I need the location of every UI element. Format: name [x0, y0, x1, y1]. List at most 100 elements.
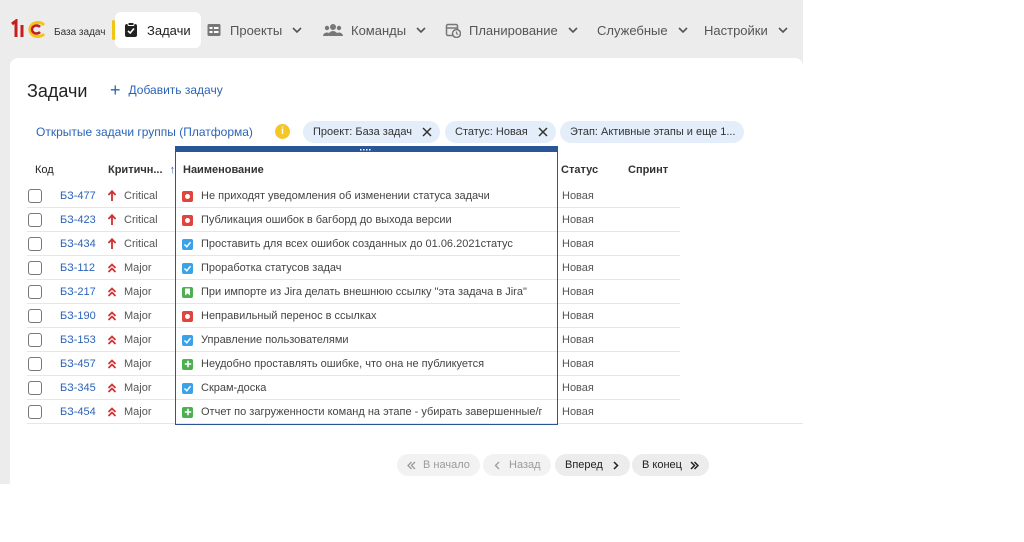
- table-row[interactable]: БЗ-190 Major Неправильный перенос в ссылка…: [27, 304, 680, 328]
- prev-page-button[interactable]: Назад: [483, 454, 551, 476]
- row-checkbox[interactable]: [28, 213, 42, 227]
- criticality-label: Major: [124, 406, 152, 418]
- nav-tasks-label: Задачи: [147, 22, 191, 38]
- row-checkbox[interactable]: [28, 357, 42, 371]
- group-filter-link[interactable]: Открытые задачи группы (Платформа): [36, 125, 253, 139]
- double-chevron-up-icon: [107, 286, 117, 298]
- task-code-link[interactable]: БЗ-345: [60, 376, 96, 400]
- task-code-link[interactable]: БЗ-423: [60, 208, 96, 232]
- row-checkbox[interactable]: [28, 333, 42, 347]
- task-name-label: Неудобно проставлять ошибке, что она не …: [201, 358, 485, 370]
- top-navigation-bar: База задач Задачи Проекты Команды Планир…: [0, 0, 803, 58]
- close-icon[interactable]: [422, 127, 432, 137]
- arrow-up-icon: [107, 238, 117, 250]
- table-row[interactable]: БЗ-345 Major Скрам-доска Новая: [27, 376, 680, 400]
- nav-service-label: Служебные: [597, 22, 668, 38]
- task-name-cell[interactable]: Управление пользователями: [182, 328, 542, 352]
- criticality-label: Major: [124, 286, 152, 298]
- nav-planning-label: Планирование: [469, 22, 558, 38]
- criticality-cell: Major: [107, 328, 152, 352]
- column-header-status[interactable]: Статус: [561, 164, 598, 176]
- nav-tasks[interactable]: Задачи: [112, 12, 201, 48]
- task-name-label: Не приходят уведомления об изменении ста…: [201, 190, 490, 202]
- bug-type-icon: [182, 310, 193, 322]
- task-code-link[interactable]: БЗ-217: [60, 280, 96, 304]
- column-header-sprint[interactable]: Спринт: [628, 164, 668, 176]
- task-name-label: Скрам-доска: [201, 382, 267, 394]
- chevron-down-icon: [778, 25, 788, 35]
- row-checkbox[interactable]: [28, 405, 42, 419]
- criticality-label: Major: [124, 334, 152, 346]
- row-checkbox[interactable]: [28, 189, 42, 203]
- add-task-button[interactable]: + Добавить задачу: [110, 80, 223, 100]
- task-code-link[interactable]: БЗ-457: [60, 352, 96, 376]
- table-row[interactable]: БЗ-423 Critical Публикация ошибок в багбор…: [27, 208, 680, 232]
- next-page-button[interactable]: Вперед: [555, 454, 630, 476]
- nav-service[interactable]: Служебные: [597, 12, 688, 48]
- task-code-link[interactable]: БЗ-477: [60, 184, 96, 208]
- nav-planning[interactable]: Планирование: [445, 12, 578, 48]
- status-cell: Новая: [562, 238, 594, 250]
- base-name: База задач: [54, 27, 106, 38]
- column-header-code[interactable]: Код: [35, 164, 54, 176]
- table-row[interactable]: БЗ-217 Major При импорте из Jira делать вн…: [27, 280, 680, 304]
- task-code-link[interactable]: БЗ-454: [60, 400, 96, 424]
- criticality-cell: Major: [107, 376, 152, 400]
- column-header-criticality-label: Критичн...: [108, 164, 163, 176]
- table-row[interactable]: БЗ-153 Major Управление пользователями Нова…: [27, 328, 680, 352]
- criticality-cell: Critical: [107, 232, 158, 256]
- column-header-name[interactable]: Наименование: [183, 164, 264, 176]
- status-cell: Новая: [562, 286, 594, 298]
- filter-chip-label: Этап: Активные этапы и еще 1...: [570, 126, 736, 138]
- column-header-criticality[interactable]: Критичн... ↑: [108, 164, 175, 176]
- row-checkbox[interactable]: [28, 285, 42, 299]
- task-name-cell[interactable]: Проработка статусов задач: [182, 256, 542, 280]
- task-name-cell[interactable]: Проставить для всех ошибок созданных до …: [182, 232, 542, 256]
- filter-chip-stage[interactable]: Этап: Активные этапы и еще 1...: [560, 121, 744, 143]
- double-chevron-up-icon: [107, 358, 117, 370]
- task-name-cell[interactable]: При импорте из Jira делать внешнюю ссылк…: [182, 280, 542, 304]
- double-chevron-up-icon: [107, 262, 117, 274]
- table-row[interactable]: БЗ-454 Major Отчет по загруженности команд…: [27, 400, 803, 424]
- double-chevron-up-icon: [107, 334, 117, 346]
- row-checkbox[interactable]: [28, 261, 42, 275]
- close-icon[interactable]: [538, 127, 548, 137]
- task-code-link[interactable]: БЗ-434: [60, 232, 96, 256]
- row-checkbox[interactable]: [28, 381, 42, 395]
- task-name-cell[interactable]: Скрам-доска: [182, 376, 542, 400]
- row-checkbox[interactable]: [28, 237, 42, 251]
- filter-chip-status: Статус: Новая: [445, 121, 556, 143]
- first-page-button[interactable]: В начало: [397, 454, 480, 476]
- double-chevron-up-icon: [107, 382, 117, 394]
- criticality-label: Major: [124, 382, 152, 394]
- table-row[interactable]: БЗ-112 Major Проработка статусов задач Нова…: [27, 256, 680, 280]
- nav-settings[interactable]: Настройки: [704, 12, 788, 48]
- task-name-cell[interactable]: Не приходят уведомления об изменении ста…: [182, 184, 542, 208]
- drag-handle-icon[interactable]: [360, 149, 372, 152]
- task-code-link[interactable]: БЗ-153: [60, 328, 96, 352]
- task-code-link[interactable]: БЗ-112: [60, 256, 95, 280]
- plus-icon: +: [110, 80, 121, 100]
- table-row[interactable]: БЗ-457 Major Неудобно проставлять ошибке, …: [27, 352, 680, 376]
- nav-projects[interactable]: Проекты: [206, 12, 302, 48]
- last-page-button[interactable]: В конец: [632, 454, 709, 476]
- status-cell: Новая: [562, 310, 594, 322]
- story-type-icon: [182, 286, 193, 298]
- table-row[interactable]: БЗ-434 Critical Проставить для всех ошибок…: [27, 232, 680, 256]
- add-task-label: Добавить задачу: [128, 83, 223, 97]
- info-icon[interactable]: i: [275, 124, 290, 139]
- bug-type-icon: [182, 190, 193, 202]
- task-name-cell[interactable]: Публикация ошибок в багборд до выхода ве…: [182, 208, 542, 232]
- row-checkbox[interactable]: [28, 309, 42, 323]
- task-name-cell[interactable]: Отчет по загруженности команд на этапе -…: [182, 400, 542, 424]
- task-code-link[interactable]: БЗ-190: [60, 304, 96, 328]
- double-chevron-right-icon: [690, 460, 699, 470]
- next-page-label: Вперед: [565, 459, 603, 471]
- nav-teams[interactable]: Команды: [323, 12, 426, 48]
- status-cell: Новая: [562, 334, 594, 346]
- nav-projects-label: Проекты: [230, 22, 283, 38]
- table-row[interactable]: БЗ-477 Critical Не приходят уведомления об…: [27, 184, 680, 208]
- double-chevron-left-icon: [407, 461, 416, 470]
- task-name-cell[interactable]: Неправильный перенос в ссылках: [182, 304, 542, 328]
- task-name-cell[interactable]: Неудобно проставлять ошибке, что она не …: [182, 352, 542, 376]
